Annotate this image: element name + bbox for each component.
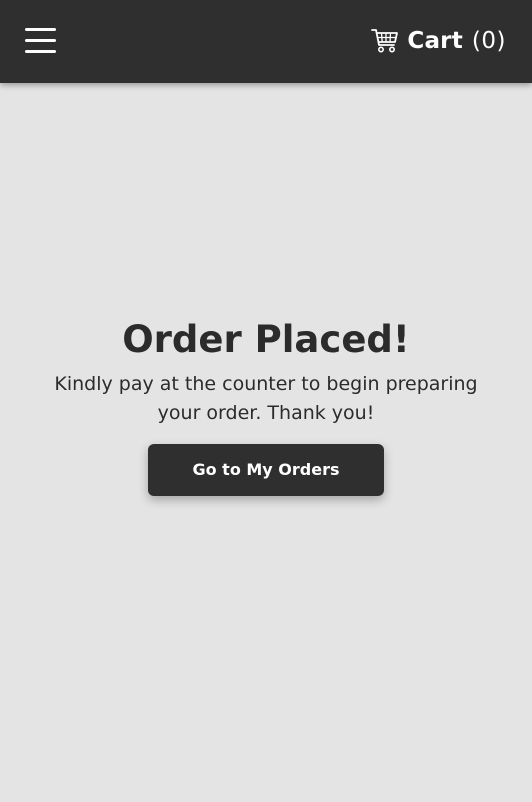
hamburger-menu-icon[interactable]	[22, 24, 60, 58]
go-to-my-orders-button[interactable]: Go to My Orders	[148, 444, 384, 496]
cart-button[interactable]: Cart (0)	[371, 24, 506, 58]
menu-line	[25, 50, 56, 53]
confirmation-message: Kindly pay at the counter to begin prepa…	[54, 373, 478, 424]
menu-line	[25, 39, 56, 42]
order-confirmation: Order Placed! Kindly pay at the counter …	[0, 318, 532, 496]
cart-label: Cart	[407, 28, 463, 54]
top-navigation-bar: Cart (0)	[0, 0, 532, 83]
cart-count: (0)	[471, 28, 506, 54]
shopping-cart-icon	[371, 29, 399, 53]
page-title: Order Placed!	[122, 318, 410, 361]
menu-line	[25, 28, 56, 31]
